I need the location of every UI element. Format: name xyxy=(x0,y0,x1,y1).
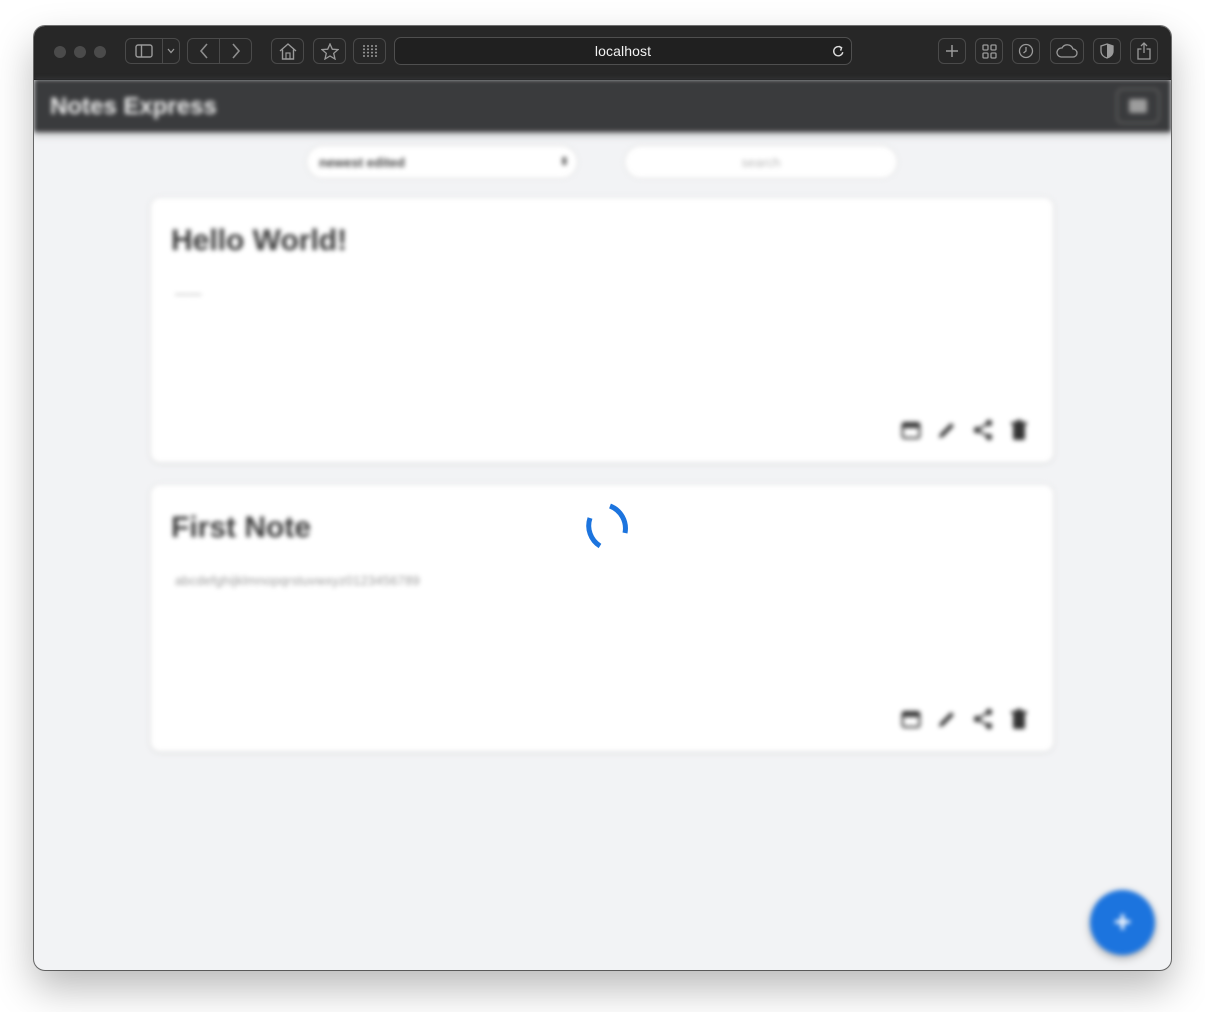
close-window-button[interactable] xyxy=(54,46,66,58)
share-icon[interactable] xyxy=(970,417,995,442)
search-input[interactable] xyxy=(624,145,898,179)
app-title: Notes Express xyxy=(50,93,217,120)
zoom-window-button[interactable] xyxy=(94,46,106,58)
sort-select[interactable]: newest edited ⬍ xyxy=(306,145,578,179)
home-icon xyxy=(279,42,297,60)
reload-icon[interactable] xyxy=(832,44,845,63)
tab-overview-button[interactable] xyxy=(975,38,1003,64)
app-header: Notes Express xyxy=(34,79,1171,132)
chevron-down-icon xyxy=(167,48,175,54)
grid-dots-icon xyxy=(362,44,378,58)
loading-spinner xyxy=(565,492,635,567)
share-button[interactable] xyxy=(1130,38,1158,64)
forward-button[interactable] xyxy=(219,38,252,64)
history-button[interactable] xyxy=(1012,38,1040,64)
pencil-icon[interactable] xyxy=(934,417,959,442)
note-body: abcdefghijklmnopqrstuvwxyz0123456789 xyxy=(175,573,420,588)
share-icon xyxy=(1137,42,1151,60)
note-title: Hello World! xyxy=(171,224,348,257)
sidebar-icon xyxy=(135,44,153,58)
privacy-button[interactable] xyxy=(1093,38,1121,64)
menu-icon xyxy=(1129,99,1147,113)
trash-icon[interactable] xyxy=(1006,417,1031,442)
calendar-icon[interactable] xyxy=(898,706,923,731)
menu-button[interactable] xyxy=(1116,88,1160,124)
note-actions xyxy=(898,417,1031,442)
sort-select-value: newest edited xyxy=(319,154,405,170)
browser-window: localhost Notes Express newest edited ⬍ … xyxy=(34,26,1171,970)
chevron-right-icon xyxy=(231,43,241,59)
cloud-button[interactable] xyxy=(1050,38,1084,64)
sidebar-toggle-button[interactable] xyxy=(125,38,163,64)
extensions-button[interactable] xyxy=(353,38,386,64)
back-button[interactable] xyxy=(187,38,220,64)
plus-icon xyxy=(945,44,959,58)
select-arrows-icon: ⬍ xyxy=(559,156,569,168)
address-text: localhost xyxy=(594,43,652,59)
bookmark-button[interactable] xyxy=(313,38,346,64)
new-tab-button[interactable] xyxy=(938,38,966,64)
note-actions xyxy=(898,706,1031,731)
clock-icon xyxy=(1018,43,1034,59)
sidebar-menu-button[interactable] xyxy=(162,38,180,64)
trash-icon[interactable] xyxy=(1006,706,1031,731)
add-note-button[interactable]: + xyxy=(1090,890,1155,955)
address-bar[interactable]: localhost xyxy=(394,37,852,65)
web-page: Notes Express newest edited ⬍ Hello Worl… xyxy=(34,79,1171,970)
chevron-left-icon xyxy=(199,43,209,59)
cloud-icon xyxy=(1056,44,1078,58)
minimize-window-button[interactable] xyxy=(74,46,86,58)
home-button[interactable] xyxy=(271,38,304,64)
note-card[interactable]: Hello World! —— xyxy=(150,197,1054,463)
browser-toolbar: localhost xyxy=(34,26,1171,80)
note-title: First Note xyxy=(171,511,312,544)
star-icon xyxy=(320,42,339,60)
pencil-icon[interactable] xyxy=(934,706,959,731)
tab-overview-icon xyxy=(981,43,997,59)
note-body: —— xyxy=(175,286,202,301)
calendar-icon[interactable] xyxy=(898,417,923,442)
share-icon[interactable] xyxy=(970,706,995,731)
shield-icon xyxy=(1100,43,1114,59)
